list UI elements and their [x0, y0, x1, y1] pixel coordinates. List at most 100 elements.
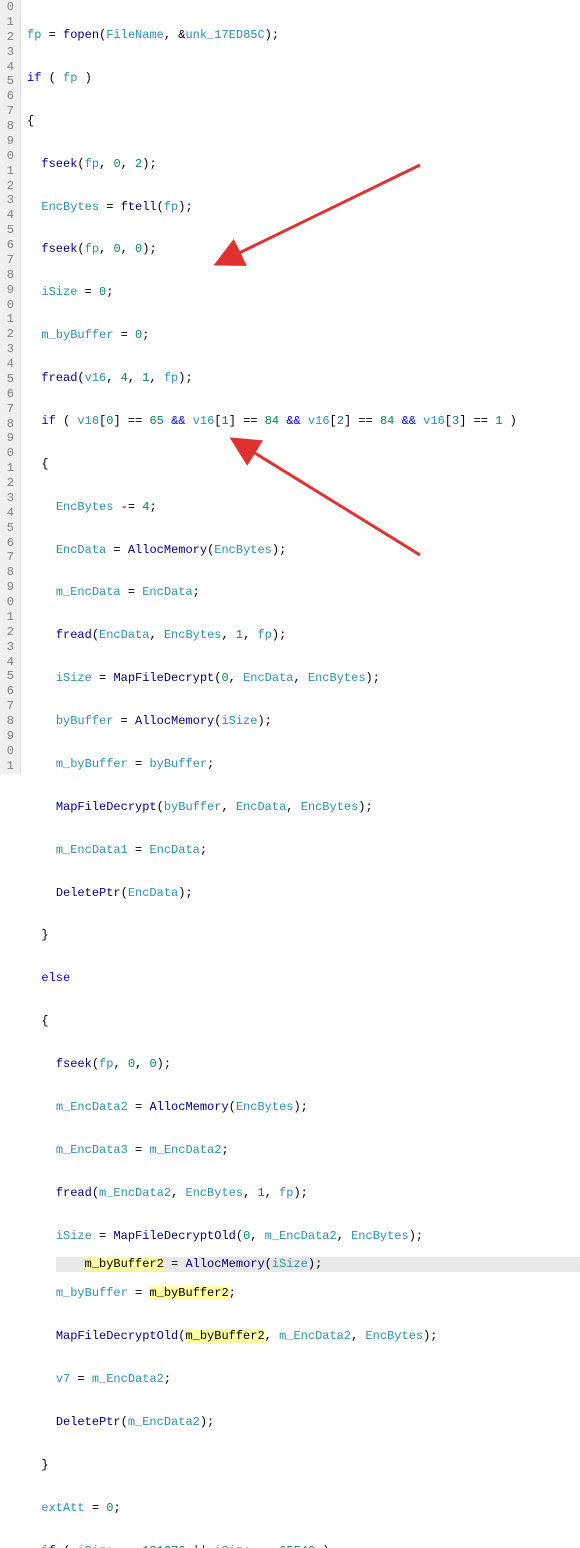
gutter-num: 0 [0, 149, 16, 164]
gutter-num: 4 [0, 208, 16, 223]
code-line: byBuffer = AllocMemory(iSize); [27, 714, 580, 729]
code-line: if ( v16[0] == 65 && v16[1] == 84 && v16… [27, 414, 580, 429]
code-area[interactable]: fp = fopen(FileName, &unk_17ED85C); if (… [21, 0, 580, 774]
code-line: iSize = MapFileDecryptOld(0, m_EncData2,… [27, 1229, 580, 1244]
gutter-num: 1 [0, 164, 16, 179]
code-line: m_byBuffer = m_byBuffer2; [27, 1286, 580, 1301]
code-line: fread(v16, 4, 1, fp); [27, 371, 580, 386]
code-line: EncBytes -= 4; [27, 500, 580, 515]
gutter-num: 1 [0, 759, 16, 774]
code-line: m_byBuffer = byBuffer; [27, 757, 580, 772]
code-line: iSize = MapFileDecrypt(0, EncData, EncBy… [27, 671, 580, 686]
gutter-num: 7 [0, 699, 16, 714]
code-line: { [27, 457, 580, 472]
gutter-num: 5 [0, 521, 16, 536]
code-line: m_EncData1 = EncData; [27, 843, 580, 858]
code-line: fseek(fp, 0, 0); [27, 1057, 580, 1072]
gutter-num: 9 [0, 283, 16, 298]
code-line: fseek(fp, 0, 0); [27, 242, 580, 257]
gutter-num: 7 [0, 402, 16, 417]
gutter-num: 0 [0, 0, 16, 15]
code-text: = AllocMemory(iSize); [164, 1257, 322, 1271]
code-line: m_EncData3 = m_EncData2; [27, 1143, 580, 1158]
code-line: MapFileDecryptOld(m_byBuffer2, m_EncData… [27, 1329, 580, 1344]
gutter-num: 6 [0, 89, 16, 104]
code-line: m_EncData2 = AllocMemory(EncBytes); [27, 1100, 580, 1115]
gutter-num: 0 [0, 595, 16, 610]
code-line: if ( fp ) [27, 71, 580, 86]
gutter-num: 8 [0, 417, 16, 432]
code-text: ; [229, 1286, 236, 1300]
code-line: DeletePtr(m_EncData2); [27, 1415, 580, 1430]
code-mark: m_byBuffer2 [149, 1286, 228, 1300]
gutter-num: 2 [0, 476, 16, 491]
gutter-num: 9 [0, 580, 16, 595]
gutter-num: 8 [0, 119, 16, 134]
gutter-num: 8 [0, 714, 16, 729]
code-mark: m_byBuffer2 [85, 1257, 164, 1271]
gutter-num: 3 [0, 193, 16, 208]
gutter-num: 6 [0, 536, 16, 551]
gutter-num: 3 [0, 491, 16, 506]
line-gutter: 0 1 2 3 4 5 6 7 8 9 0 1 2 3 4 5 6 7 8 9 … [0, 0, 21, 774]
gutter-num: 6 [0, 684, 16, 699]
code-line: fp = fopen(FileName, &unk_17ED85C); [27, 28, 580, 43]
gutter-num: 0 [0, 744, 16, 759]
gutter-num: 1 [0, 312, 16, 327]
code-line: EncBytes = ftell(fp); [27, 200, 580, 215]
gutter-num: 4 [0, 506, 16, 521]
gutter-num: 7 [0, 253, 16, 268]
code-line: v7 = m_EncData2; [27, 1372, 580, 1387]
gutter-num: 2 [0, 30, 16, 45]
code-line: if ( iSize == 131076 || iSize == 65540 ) [27, 1544, 580, 1548]
code-line: EncData = AllocMemory(EncBytes); [27, 543, 580, 558]
code-line: extAtt = 0; [27, 1501, 580, 1516]
gutter-num: 3 [0, 45, 16, 60]
gutter-num: 4 [0, 60, 16, 75]
gutter-num: 0 [0, 446, 16, 461]
code-line: fread(EncData, EncBytes, 1, fp); [27, 628, 580, 643]
code-line: fread(m_EncData2, EncBytes, 1, fp); [27, 1186, 580, 1201]
code-line: DeletePtr(EncData); [27, 886, 580, 901]
code-line: } [27, 1458, 580, 1473]
code-line: { [27, 114, 580, 129]
code-line: MapFileDecrypt(byBuffer, EncData, EncByt… [27, 800, 580, 815]
gutter-num: 5 [0, 223, 16, 238]
gutter-num: 3 [0, 342, 16, 357]
gutter-num: 8 [0, 565, 16, 580]
gutter-num: 2 [0, 327, 16, 342]
code-editor: 0 1 2 3 4 5 6 7 8 9 0 1 2 3 4 5 6 7 8 9 … [0, 0, 580, 774]
gutter-num: 1 [0, 461, 16, 476]
code-text: , m_EncData2, EncBytes); [265, 1329, 438, 1343]
code-text: MapFileDecryptOld( [27, 1329, 185, 1343]
code-line: m_byBuffer = 0; [27, 328, 580, 343]
gutter-num: 3 [0, 640, 16, 655]
code-line: iSize = 0; [27, 285, 580, 300]
gutter-num: 2 [0, 625, 16, 640]
code-line: else [27, 971, 580, 986]
code-line: m_EncData = EncData; [27, 585, 580, 600]
gutter-num: 5 [0, 74, 16, 89]
code-line: { [27, 1014, 580, 1029]
gutter-num: 5 [0, 669, 16, 684]
gutter-num: 1 [0, 15, 16, 30]
code-text: m_byBuffer = [27, 1286, 149, 1300]
gutter-num: 9 [0, 134, 16, 149]
gutter-num: 7 [0, 550, 16, 565]
gutter-num: 4 [0, 655, 16, 670]
gutter-num: 7 [0, 104, 16, 119]
gutter-num: 9 [0, 729, 16, 744]
code-line: } [27, 928, 580, 943]
gutter-num: 8 [0, 268, 16, 283]
gutter-num: 5 [0, 372, 16, 387]
code-line: fseek(fp, 0, 2); [27, 157, 580, 172]
gutter-num: 2 [0, 179, 16, 194]
gutter-num: 0 [0, 298, 16, 313]
code-mark: m_byBuffer2 [185, 1329, 264, 1343]
gutter-num: 4 [0, 357, 16, 372]
gutter-num: 6 [0, 387, 16, 402]
gutter-num: 1 [0, 610, 16, 625]
code-text [56, 1257, 85, 1271]
code-line-highlighted: m_byBuffer2 = AllocMemory(iSize); [56, 1257, 580, 1272]
gutter-num: 6 [0, 238, 16, 253]
